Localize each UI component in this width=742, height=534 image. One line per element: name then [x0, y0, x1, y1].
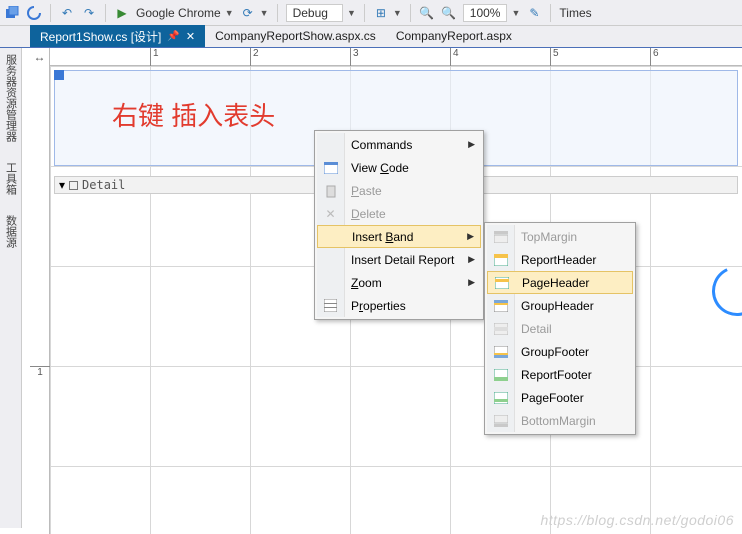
blank-icon	[318, 226, 346, 247]
horizontal-ruler[interactable]: 1 2 3 4 5 6	[50, 48, 742, 66]
ruler-tick: 4	[450, 48, 459, 66]
ruler-tick: 1	[150, 48, 159, 66]
delete-icon: ✕	[317, 202, 345, 225]
document-tabs: Report1Show.cs [设计] 📌 ✕ CompanyReportSho…	[0, 26, 742, 48]
undo-icon[interactable]: ↶	[59, 5, 75, 21]
dropdown-icon[interactable]: ▼	[225, 8, 234, 18]
chevron-right-icon: ▶	[468, 277, 475, 288]
tab-label: CompanyReportShow.aspx.cs	[215, 29, 376, 43]
blank-icon	[317, 133, 345, 156]
submenu-pagefooter[interactable]: PageFooter	[487, 386, 633, 409]
band-gh-icon	[487, 294, 515, 317]
insert-band-submenu: TopMargin ReportHeader PageHeader GroupH…	[484, 222, 636, 435]
menu-insert-band[interactable]: Insert Band ▶	[317, 225, 481, 248]
ruler-tick: 1	[30, 366, 50, 378]
band-rf-icon	[487, 363, 515, 386]
sidepanel-server-explorer[interactable]: 服务器资源管理器	[3, 50, 19, 146]
band-bottom-icon	[487, 409, 515, 432]
config-select[interactable]: Debug	[286, 4, 343, 22]
ruler-tick: 6	[650, 48, 659, 66]
side-toolwindows: 服务器资源管理器 工具箱 数据源	[0, 48, 22, 528]
tab-label: Report1Show.cs [设计]	[40, 28, 161, 45]
separator	[410, 4, 411, 22]
ruler-tick: 3	[350, 48, 359, 66]
band-tag-icon	[54, 70, 64, 80]
band-ph-icon	[488, 272, 516, 293]
context-menu: Commands ▶ View Code Paste ✕ Delete Inse…	[314, 130, 484, 320]
ruler-tick: 5	[550, 48, 559, 66]
dropdown-icon[interactable]: ▼	[393, 8, 402, 18]
submenu-topmargin: TopMargin	[487, 225, 633, 248]
ruler-tick: 2	[250, 48, 259, 66]
band-pf-icon	[487, 386, 515, 409]
sidepanel-datasource[interactable]: 数据源	[3, 211, 19, 252]
vertical-ruler[interactable]: 1	[30, 66, 50, 534]
detail-label: Detail	[82, 178, 125, 192]
tab-label: CompanyReport.aspx	[396, 29, 512, 43]
separator	[277, 4, 278, 22]
sync-icon[interactable]	[26, 5, 42, 21]
menu-properties[interactable]: Properties	[317, 294, 481, 317]
band-rh-icon	[487, 248, 515, 271]
submenu-groupheader[interactable]: GroupHeader	[487, 294, 633, 317]
band-detail-icon	[487, 317, 515, 340]
submenu-groupfooter[interactable]: GroupFooter	[487, 340, 633, 363]
code-icon	[317, 156, 345, 179]
zoom-level[interactable]: 100%	[463, 4, 508, 22]
tab-companyreport[interactable]: CompanyReport.aspx	[386, 25, 522, 47]
font-select[interactable]: Times	[559, 6, 591, 20]
separator	[550, 4, 551, 22]
menu-insert-detail-report[interactable]: Insert Detail Report ▶	[317, 248, 481, 271]
pin-icon[interactable]: 📌	[167, 31, 179, 42]
annotation-text: 右键 插入表头	[112, 96, 275, 133]
separator	[364, 4, 365, 22]
zoom-fit-icon[interactable]: ⊞	[373, 5, 389, 21]
play-icon[interactable]: ▶	[114, 5, 130, 21]
redo-icon[interactable]: ↷	[81, 5, 97, 21]
menu-view-code[interactable]: View Code	[317, 156, 481, 179]
band-gf-icon	[487, 340, 515, 363]
properties-icon	[317, 294, 345, 317]
dropdown-icon[interactable]: ▼	[511, 8, 520, 18]
dropdown-icon[interactable]: ▼	[260, 8, 269, 18]
collapse-icon[interactable]: ▾	[59, 178, 65, 192]
main-toolbar: ↶ ↷ ▶ Google Chrome ▼ ⟳ ▼ Debug ▼ ⊞ ▼ 🔍 …	[0, 0, 742, 26]
save-all-icon[interactable]	[4, 5, 20, 21]
submenu-bottommargin: BottomMargin	[487, 409, 633, 432]
submenu-pageheader[interactable]: PageHeader	[487, 271, 633, 294]
submenu-reportheader[interactable]: ReportHeader	[487, 248, 633, 271]
run-target[interactable]: Google Chrome	[136, 6, 221, 20]
eyedropper-icon[interactable]: ✎	[526, 5, 542, 21]
ruler-corner[interactable]: ↔	[30, 48, 50, 66]
submenu-reportfooter[interactable]: ReportFooter	[487, 363, 633, 386]
zoom-out-icon[interactable]: 🔍	[419, 5, 435, 21]
chevron-right-icon: ▶	[468, 254, 475, 265]
tab-report1show[interactable]: Report1Show.cs [设计] 📌 ✕	[30, 25, 205, 47]
menu-delete: ✕ Delete	[317, 202, 481, 225]
menu-commands[interactable]: Commands ▶	[317, 133, 481, 156]
chevron-right-icon: ▶	[468, 139, 475, 150]
band-top-icon	[487, 225, 515, 248]
menu-paste: Paste	[317, 179, 481, 202]
dropdown-icon[interactable]: ▼	[347, 8, 356, 18]
band-icon	[69, 181, 78, 190]
paste-icon	[317, 179, 345, 202]
refresh-icon[interactable]: ⟳	[240, 5, 256, 21]
separator	[50, 4, 51, 22]
blank-icon	[317, 271, 345, 294]
submenu-detail: Detail	[487, 317, 633, 340]
separator	[105, 4, 106, 22]
close-icon[interactable]: ✕	[186, 30, 195, 43]
blank-icon	[317, 248, 345, 271]
zoom-in-icon[interactable]: 🔍	[441, 5, 457, 21]
tab-companyreportshow[interactable]: CompanyReportShow.aspx.cs	[205, 25, 386, 47]
chevron-right-icon: ▶	[467, 231, 474, 242]
menu-zoom[interactable]: Zoom ▶	[317, 271, 481, 294]
sidepanel-toolbox[interactable]: 工具箱	[3, 158, 19, 199]
